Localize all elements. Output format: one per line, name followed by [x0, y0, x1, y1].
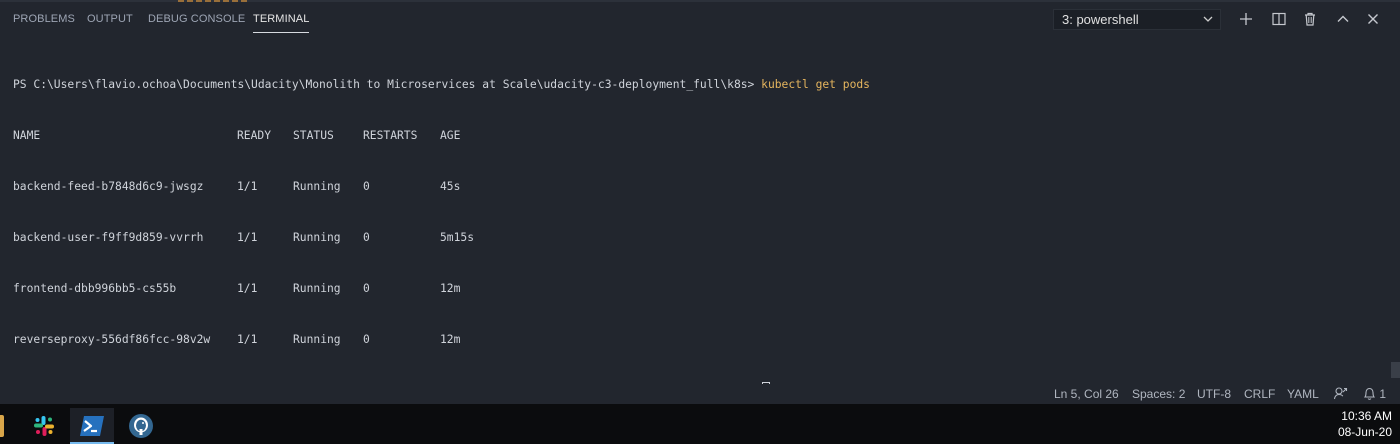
pod-name: reverseproxy-556df86fcc-98v2w: [13, 333, 211, 346]
taskbar-clock[interactable]: 10:36 AM 08-Jun-20: [1338, 408, 1392, 440]
pod-age: 45s: [440, 180, 461, 193]
kill-terminal-button[interactable]: [1301, 10, 1319, 28]
feedback-icon: [1333, 387, 1348, 400]
terminal-scrollbar[interactable]: [1391, 362, 1400, 378]
terminal-area[interactable]: PS C:\Users\flavio.ochoa\Documents\Udaci…: [0, 38, 1400, 398]
notification-count: 1: [1379, 387, 1387, 401]
table-row: backend-user-f9ff9d859-vvrrh 1/1 Running 0 5…: [13, 229, 870, 246]
pod-restarts: 0: [363, 333, 370, 346]
tab-debug-console[interactable]: DEBUG CONSOLE: [148, 13, 245, 25]
tab-terminal[interactable]: TERMINAL: [253, 13, 310, 33]
taskbar-app-powershell[interactable]: [70, 408, 114, 444]
chevron-down-icon: [1203, 16, 1213, 22]
terminal-command: kubectl get pods: [761, 78, 870, 91]
taskbar-app-postgres[interactable]: [119, 408, 163, 444]
terminal-prompt: PS C:\Users\flavio.ochoa\Documents\Udaci…: [13, 78, 755, 91]
terminal-select[interactable]: 3: powershell: [1053, 9, 1221, 30]
feedback-button[interactable]: [1333, 386, 1348, 404]
status-indentation[interactable]: Spaces: 2: [1132, 387, 1185, 401]
status-eol[interactable]: CRLF: [1244, 387, 1275, 401]
pod-status: Running: [293, 333, 341, 346]
table-row: backend-feed-b7848d6c9-jwsgz 1/1 Running 0 4…: [13, 178, 870, 195]
pod-ready: 1/1: [237, 231, 258, 244]
editor-residue: [178, 0, 248, 2]
pod-restarts: 0: [363, 231, 370, 244]
close-panel-button[interactable]: [1364, 10, 1382, 28]
pod-name: backend-user-f9ff9d859-vvrrh: [13, 231, 204, 244]
status-bar: Ln 5, Col 26 Spaces: 2 UTF-8 CRLF YAML 1: [0, 384, 1400, 404]
chevron-up-icon: [1337, 15, 1349, 22]
pod-restarts: 0: [363, 180, 370, 193]
split-terminal-button[interactable]: [1270, 10, 1288, 28]
table-row: frontend-dbb996bb5-cs55b 1/1 Running 0 12m: [13, 280, 870, 297]
bell-icon: [1363, 387, 1376, 400]
windows-taskbar: 10:36 AM 08-Jun-20: [0, 404, 1400, 444]
pod-age: 12m: [440, 333, 461, 346]
pod-age: 5m15s: [440, 231, 475, 244]
table-header-row: NAME READY STATUS RESTARTS AGE: [13, 127, 870, 144]
notifications-button[interactable]: 1: [1363, 386, 1386, 401]
table-header-status: STATUS: [293, 129, 334, 142]
pod-status: Running: [293, 231, 341, 244]
pod-age: 12m: [440, 282, 461, 295]
pod-ready: 1/1: [237, 180, 258, 193]
panel-header: PROBLEMS OUTPUT DEBUG CONSOLE TERMINAL 3…: [0, 0, 1400, 38]
pod-ready: 1/1: [237, 333, 258, 346]
pod-name: frontend-dbb996bb5-cs55b: [13, 282, 177, 295]
close-icon: [1368, 14, 1378, 24]
pod-restarts: 0: [363, 282, 370, 295]
terminal-output: PS C:\Users\flavio.ochoa\Documents\Udaci…: [13, 42, 870, 433]
trash-icon: [1305, 12, 1315, 26]
pod-name: backend-feed-b7848d6c9-jwsgz: [13, 180, 204, 193]
pod-ready: 1/1: [237, 282, 258, 295]
powershell-icon: [80, 416, 104, 436]
status-cursor-position[interactable]: Ln 5, Col 26: [1054, 387, 1119, 401]
split-icon: [1272, 12, 1286, 26]
terminal-select-value: 3: powershell: [1062, 12, 1139, 27]
status-language[interactable]: YAML: [1287, 387, 1319, 401]
plus-icon: [1240, 13, 1252, 25]
pod-status: Running: [293, 282, 341, 295]
maximize-panel-button[interactable]: [1334, 10, 1352, 28]
table-header-age: AGE: [440, 129, 461, 142]
panel-top-border: [0, 0, 1400, 2]
postgres-icon: [129, 414, 153, 438]
app-icon: [0, 415, 4, 437]
taskbar-app-slack[interactable]: [22, 408, 66, 444]
slack-icon: [34, 416, 54, 436]
table-header-name: NAME: [13, 129, 41, 142]
table-header-restarts: RESTARTS: [363, 129, 418, 142]
clock-time: 10:36 AM: [1341, 409, 1392, 423]
new-terminal-button[interactable]: [1237, 10, 1255, 28]
clock-date: 08-Jun-20: [1337, 425, 1392, 439]
tab-output[interactable]: OUTPUT: [87, 13, 133, 25]
pod-status: Running: [293, 180, 341, 193]
tab-problems[interactable]: PROBLEMS: [13, 13, 75, 25]
terminal-line-command: PS C:\Users\flavio.ochoa\Documents\Udaci…: [13, 76, 870, 93]
taskbar-app-partial[interactable]: [0, 408, 6, 444]
table-row: reverseproxy-556df86fcc-98v2w 1/1 Running 0…: [13, 331, 870, 348]
table-header-ready: READY: [237, 129, 272, 142]
status-encoding[interactable]: UTF-8: [1197, 387, 1231, 401]
